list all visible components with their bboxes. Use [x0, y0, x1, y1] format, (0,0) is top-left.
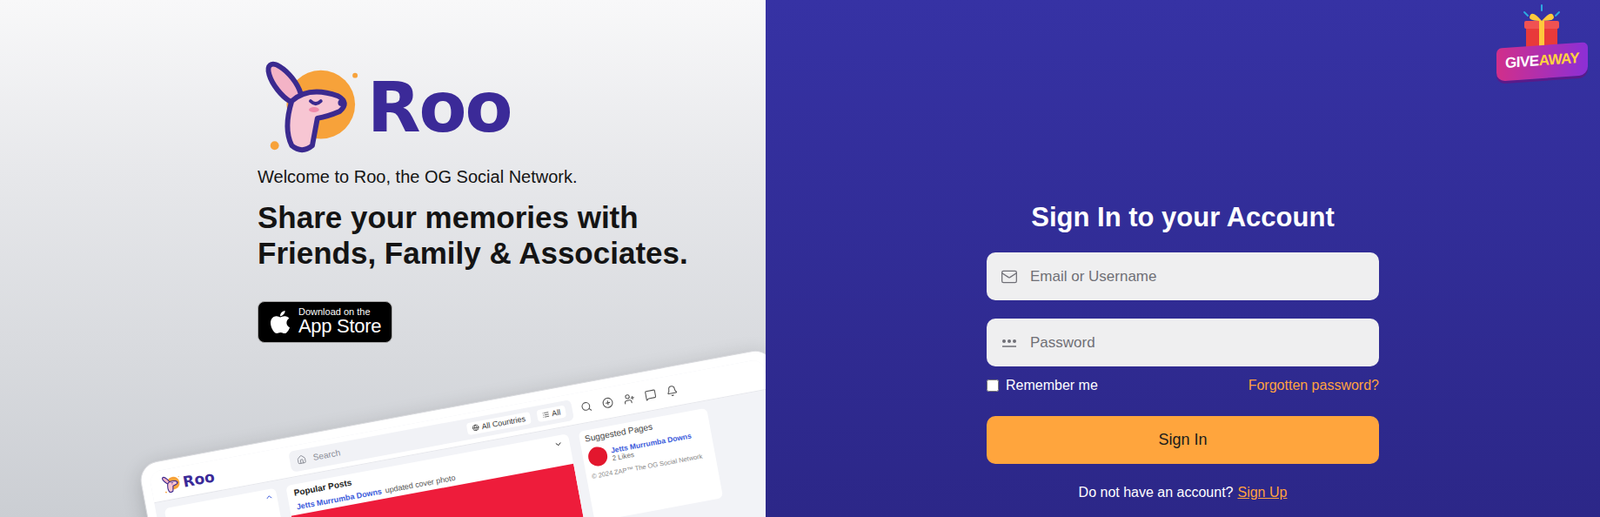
page-avatar	[586, 445, 610, 469]
preview-filter: All Countries	[466, 410, 532, 435]
sign-in-button[interactable]: Sign In	[986, 415, 1380, 464]
signin-title: Sign In to your Account	[1030, 201, 1334, 234]
preview-logo: Roo	[160, 454, 284, 496]
password-icon	[1000, 334, 1018, 352]
user-plus-icon	[622, 392, 636, 406]
welcome-text: Welcome to Roo, the OG Social Network.	[257, 167, 578, 188]
headline: Share your memories withFriends, Family …	[257, 199, 689, 272]
login-page: Roo Welcome to Roo, the OG Social Network…	[0, 0, 1600, 517]
plus-icon	[601, 395, 615, 409]
preview-icons	[579, 384, 678, 414]
preview-copyright: © 2024 ZAP™ The OG Social Network	[590, 450, 710, 482]
mail-icon	[1000, 267, 1018, 286]
search-icon	[579, 400, 593, 414]
email-field[interactable]: Email or Username	[986, 252, 1380, 301]
remember-row: Remember me Forgotten password?	[986, 377, 1380, 394]
forgot-password-link[interactable]: Forgotten password?	[1248, 377, 1380, 394]
giveaway-badge[interactable]: GIVEAWAY	[1496, 3, 1588, 79]
app-preview-screen: RooSearchAll CountriesAllPopular PostsJe…	[148, 358, 766, 517]
sign-up-link[interactable]: Sign Up	[1237, 484, 1287, 501]
preview-filter: All	[535, 404, 567, 422]
app-preview-tablet: RooSearchAll CountriesAllPopular PostsJe…	[137, 347, 766, 517]
checkbox[interactable]	[986, 379, 999, 392]
signin-panel: GIVEAWAY Sign In to your Account Email or …	[765, 0, 1600, 517]
chevron-down-icon	[553, 438, 564, 449]
password-field[interactable]: Password	[986, 318, 1380, 367]
hero-panel: Roo Welcome to Roo, the OG Social Network…	[0, 0, 766, 517]
home-icon	[295, 454, 308, 466]
chevron-up-icon	[263, 491, 275, 503]
bell-icon	[665, 384, 679, 398]
giveaway-label: GIVEAWAY	[1496, 41, 1588, 81]
signup-prompt: Do not have an account?Sign Up	[986, 484, 1380, 501]
message-icon	[643, 388, 657, 402]
preview-body: Popular PostsJetts Murrumba Downsupdated…	[153, 388, 766, 517]
app-store-button[interactable]: Download on theApp Store	[257, 301, 393, 343]
globe-icon	[471, 422, 480, 431]
preview-cover-photo	[291, 463, 585, 517]
preview-suggested: Suggested PagesJetts Murrumba Downs2 Lik…	[578, 408, 724, 517]
signin-form: Email or Username Password Remember me Forg…	[986, 252, 1380, 501]
brand-logo: Roo	[257, 53, 512, 162]
list-icon	[542, 409, 550, 418]
remember-me-checkbox[interactable]: Remember me	[986, 377, 1098, 394]
hero-content: Roo Welcome to Roo, the OG Social Network…	[0, 0, 766, 343]
preview-kangaroo-icon	[160, 472, 183, 496]
apple-icon	[267, 308, 294, 335]
kangaroo-logo-icon	[257, 56, 361, 160]
